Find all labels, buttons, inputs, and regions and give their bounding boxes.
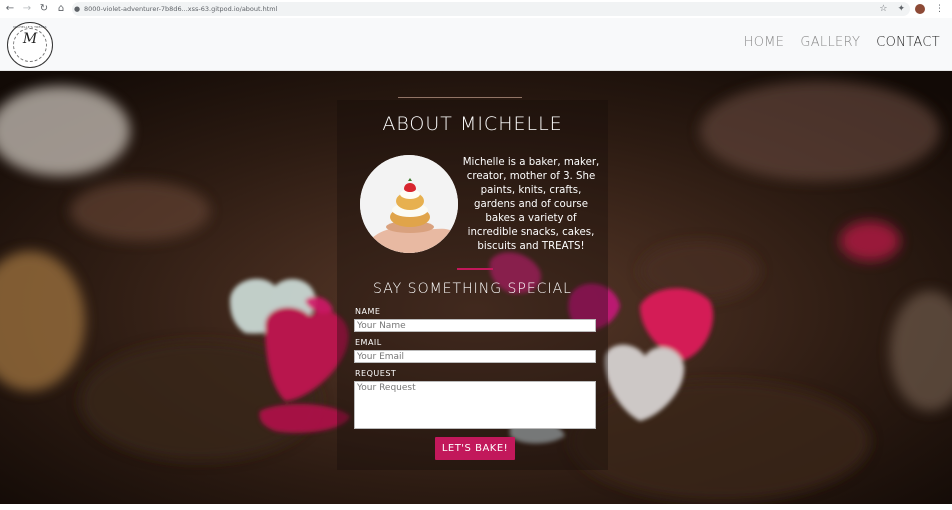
site-logo[interactable]: MICHELLE'S TREATS M: [7, 22, 53, 68]
name-input[interactable]: [354, 319, 596, 332]
nav-home[interactable]: HOME: [744, 35, 785, 50]
reload-icon[interactable]: ↻: [37, 2, 51, 16]
url-text: 8000-violet-adventurer-7b8d6...xss-63.gi…: [84, 5, 278, 13]
browser-toolbar: ← → ↻ ⌂ ● 8000-violet-adventurer-7b8d6..…: [0, 0, 952, 18]
address-bar[interactable]: ● 8000-violet-adventurer-7b8d6...xss-63.…: [72, 2, 910, 16]
name-label: NAME: [355, 307, 381, 316]
profile-avatar[interactable]: [915, 4, 925, 14]
cream-puff-image: [360, 155, 458, 253]
request-label: REQUEST: [355, 369, 397, 378]
main-nav: HOME GALLERY CONTACT: [744, 35, 940, 50]
lock-icon: ●: [74, 5, 81, 13]
menu-icon[interactable]: ⋮: [935, 4, 944, 14]
nav-contact[interactable]: CONTACT: [876, 35, 940, 50]
request-textarea[interactable]: [354, 381, 596, 429]
divider-accent: [457, 268, 493, 270]
home-icon[interactable]: ⌂: [54, 2, 68, 16]
about-bio: Michelle is a baker, maker, creator, mot…: [462, 157, 600, 252]
form-title: SAY SOMETHING SPECIAL: [373, 281, 572, 297]
nav-gallery[interactable]: GALLERY: [800, 35, 860, 50]
site-header: MICHELLE'S TREATS M HOME GALLERY CONTACT: [0, 18, 952, 71]
email-label: EMAIL: [355, 338, 382, 347]
star-icon[interactable]: ☆: [879, 2, 887, 16]
baker-portrait: [360, 155, 458, 253]
logo-monogram: M: [22, 31, 38, 47]
email-input[interactable]: [354, 350, 596, 363]
submit-button[interactable]: LET'S BAKE!: [435, 437, 515, 460]
forward-icon[interactable]: →: [20, 2, 34, 16]
extensions-icon[interactable]: ✦: [897, 2, 905, 16]
page-bottom: [0, 504, 952, 510]
about-title: ABOUT MICHELLE: [382, 113, 563, 135]
divider-top: [398, 97, 522, 98]
back-icon[interactable]: ←: [3, 2, 17, 16]
